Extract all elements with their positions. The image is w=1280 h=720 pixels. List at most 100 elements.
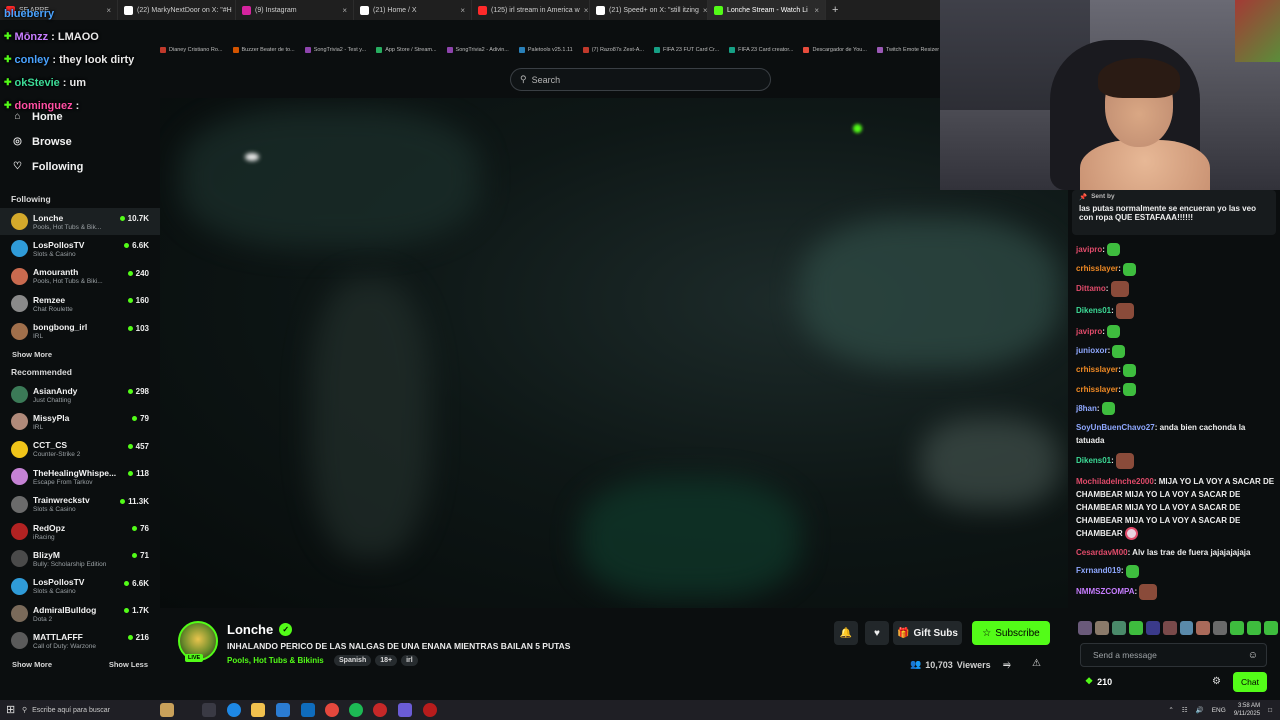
stream-category[interactable]: Pools, Hot Tubs & Bikinis <box>227 656 324 665</box>
sidebar-nav-browse[interactable]: ◎ Browse <box>0 129 160 154</box>
sidebar-channel[interactable]: Lonche Pools, Hot Tubs & Bik... 10.7K <box>0 208 160 236</box>
emote-icon[interactable] <box>1196 621 1211 635</box>
chat-username[interactable]: NMMSZCOMPA <box>1076 587 1135 596</box>
browser-tab[interactable]: (21) Speed+ on X: "still itzing × <box>590 0 708 20</box>
sidebar-nav-following[interactable]: ♡ Following <box>0 154 160 179</box>
mail-icon[interactable] <box>276 703 290 717</box>
browser-tab[interactable]: (125) irl stream in America w × <box>472 0 590 20</box>
show-less-button[interactable]: Show Less <box>109 660 148 669</box>
windows-start-icon[interactable]: ⊞ <box>6 703 20 717</box>
chat-username[interactable]: MochiladeInche2000 <box>1076 477 1154 486</box>
sidebar-channel[interactable]: TheHealingWhispe... Escape From Tarkov 118 <box>0 463 160 490</box>
chat-username[interactable]: crhisslayer <box>1076 385 1118 394</box>
sidebar-channel[interactable]: Remzee Chat Roulette 160 <box>0 290 160 317</box>
chat-username[interactable]: SoyUnBuenChavo27 <box>1076 423 1155 432</box>
bookmark-item[interactable]: Twitch Emote Resizer <box>876 47 939 53</box>
browser-tab[interactable]: Lonche Stream - Watch Li × <box>708 0 826 20</box>
report-icon[interactable]: ⚠ <box>1032 658 1041 669</box>
bookmark-item[interactable]: FIFA 23 FUT Card Cr... <box>653 47 719 53</box>
sidebar-channel[interactable]: Trainwreckstv Slots & Casino 11.3K <box>0 491 160 518</box>
discord-icon[interactable] <box>398 703 412 717</box>
bookmark-item[interactable]: SongTrivia2 - Test y... <box>304 47 366 53</box>
close-icon[interactable]: × <box>703 6 707 15</box>
emote-icon[interactable] <box>1145 621 1160 635</box>
chat-username[interactable]: crhisslayer <box>1076 264 1118 273</box>
chat-settings-icon[interactable]: ⚙ <box>1212 676 1221 687</box>
chat-username[interactable]: CesardavM00 <box>1076 548 1128 557</box>
chat-username[interactable]: javipro <box>1076 245 1102 254</box>
chat-send-button[interactable]: Chat <box>1233 672 1267 692</box>
chat-username[interactable]: Dikens01 <box>1076 456 1111 465</box>
app-icon[interactable] <box>423 703 437 717</box>
chat-username[interactable]: javipro <box>1076 327 1102 336</box>
close-icon[interactable]: × <box>460 6 465 15</box>
language-indicator[interactable]: ENG <box>1212 707 1226 714</box>
chat-username[interactable]: Fxrnand019 <box>1076 566 1121 575</box>
subscribe-button[interactable]: ☆ Subscribe <box>972 621 1050 645</box>
file-explorer-icon[interactable] <box>251 703 265 717</box>
show-more-button[interactable]: Show More <box>12 350 52 359</box>
follow-button[interactable]: ♥ <box>865 621 889 645</box>
chrome-icon[interactable] <box>325 703 339 717</box>
notification-bell-button[interactable]: 🔔 <box>834 621 858 645</box>
chat-input[interactable]: Send a message ☺ <box>1080 643 1267 667</box>
bookmark-item[interactable]: Buzzer Beater de to... <box>232 47 295 53</box>
notification-icon[interactable]: □ <box>1268 707 1272 714</box>
sidebar-channel[interactable]: bongbong_irl IRL 103 <box>0 318 160 345</box>
emote-icon[interactable] <box>1162 621 1177 635</box>
stream-tag[interactable]: Spanish <box>334 655 372 666</box>
clock[interactable]: 3:58 AM 9/11/2025 <box>1234 702 1260 718</box>
edge-icon[interactable] <box>227 703 241 717</box>
close-icon[interactable]: × <box>342 6 347 15</box>
bookmark-item[interactable]: App Store / Stream... <box>376 47 437 53</box>
show-more-following[interactable]: Show More <box>0 345 160 365</box>
emoji-icon[interactable]: ☺ <box>1248 650 1258 661</box>
search-input[interactable]: ⚲ Search <box>510 68 771 91</box>
show-more-button[interactable]: Show More <box>12 660 52 669</box>
emote-icon[interactable] <box>1111 621 1126 635</box>
close-icon[interactable]: × <box>584 6 589 15</box>
emote-icon[interactable] <box>1094 621 1109 635</box>
sidebar-channel[interactable]: LosPollosTV Slots & Casino 6.6K <box>0 573 160 600</box>
browser-tab[interactable]: (21) Home / X × <box>354 0 472 20</box>
sidebar-channel[interactable]: RedOpz iRacing 76 <box>0 518 160 545</box>
chat-username[interactable]: j8han <box>1076 404 1097 413</box>
bookmark-item[interactable]: Descargador de You... <box>803 47 867 53</box>
sidebar-channel[interactable]: MissyPla IRL 79 <box>0 408 160 435</box>
chat-username[interactable]: junioxor <box>1076 346 1108 355</box>
bookmark-item[interactable]: SongTrivia2 - Adivin... <box>446 47 509 53</box>
chat-username[interactable]: Dikens01 <box>1076 306 1111 315</box>
sidebar-channel[interactable]: LosPollosTV Slots & Casino 6.6K <box>0 235 160 262</box>
sidebar-channel[interactable]: MATTLAFFF Call of Duty: Warzone 216 <box>0 627 160 654</box>
emote-icon[interactable] <box>1213 621 1228 635</box>
network-icon[interactable]: ☷ <box>1182 706 1188 714</box>
share-icon[interactable]: ⥤ <box>1003 659 1011 670</box>
sidebar-channel[interactable]: BlizyM Bully: Scholarship Edition 71 <box>0 545 160 572</box>
volume-icon[interactable]: 🔊 <box>1196 706 1204 714</box>
emote-icon[interactable] <box>1128 621 1143 635</box>
browser-tab[interactable]: (9) Instagram × <box>236 0 354 20</box>
emote-icon[interactable] <box>1230 621 1245 635</box>
sidebar-channel[interactable]: AsianAndy Just Chatting 298 <box>0 381 160 408</box>
chat-username[interactable]: Dittamo <box>1076 284 1106 293</box>
sidebar-channel[interactable]: Amouranth Pools, Hot Tubs & Biki... 240 <box>0 263 160 290</box>
emote-icon[interactable] <box>1264 621 1279 635</box>
spotify-icon[interactable] <box>349 703 363 717</box>
taskbar-search[interactable]: ⚲ Escribe aquí para buscar <box>22 702 172 718</box>
streamer-name[interactable]: Lonche <box>227 622 273 637</box>
task-view-icon[interactable] <box>202 703 216 717</box>
channel-points[interactable]: ❖ 210 <box>1085 676 1112 687</box>
bookmark-item[interactable]: Paletools v25.1.11 <box>518 47 573 53</box>
emote-icon[interactable] <box>1179 621 1194 635</box>
bookmark-item[interactable]: (7) Razo87s Zest-A... <box>582 47 644 53</box>
chat-username[interactable]: crhisslayer <box>1076 365 1118 374</box>
new-tab-button[interactable]: + <box>832 4 838 16</box>
stream-tag[interactable]: 18+ <box>375 655 398 666</box>
sidebar-channel[interactable]: AdmiralBulldog Dota 2 1.7K <box>0 600 160 627</box>
bookmark-item[interactable]: FIFA 23 Card creator... <box>729 47 793 53</box>
obs-icon[interactable] <box>373 703 387 717</box>
chevron-up-icon[interactable]: ⌃ <box>1168 706 1173 714</box>
emote-icon[interactable] <box>1078 621 1092 635</box>
close-icon[interactable]: × <box>814 6 819 15</box>
video-player[interactable] <box>160 98 1068 608</box>
